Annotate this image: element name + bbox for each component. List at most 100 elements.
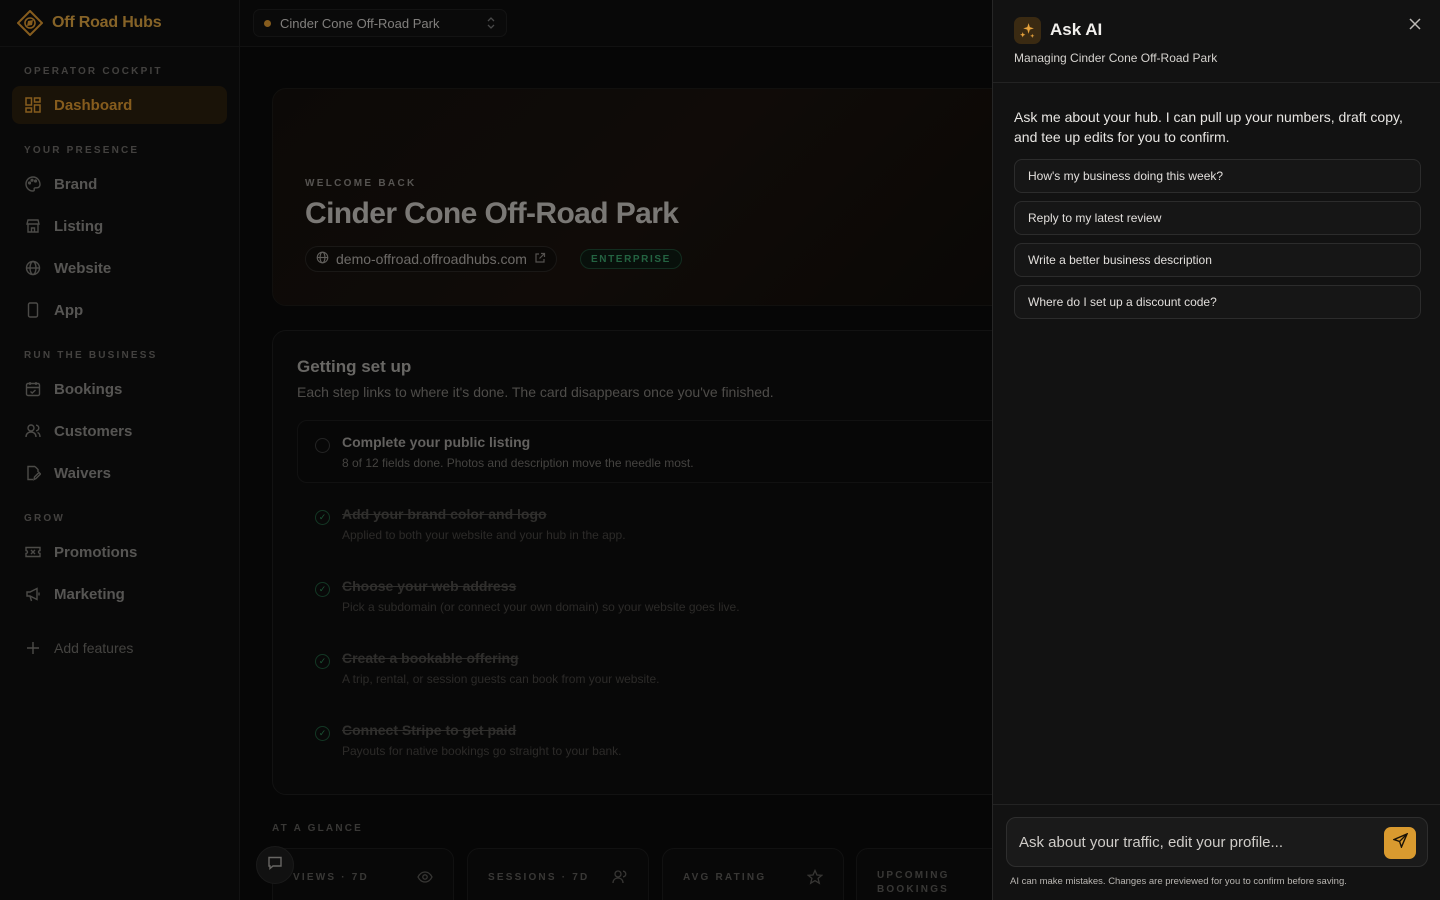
megaphone-icon: [24, 585, 42, 603]
stat-label: UPCOMING BOOKINGS: [877, 869, 950, 897]
sidebar-item-label: Customers: [54, 422, 133, 440]
suggestion-chip[interactable]: Where do I set up a discount code?: [1014, 285, 1421, 319]
step-incomplete-icon: [315, 438, 330, 453]
page-title: Cinder Cone Off-Road Park: [305, 197, 679, 230]
stat-card-views[interactable]: VIEWS · 7D: [272, 848, 454, 900]
sidebar-item-customers[interactable]: Customers: [12, 412, 227, 450]
topbar: Cinder Cone Off-Road Park: [240, 0, 992, 47]
step-description: 8 of 12 fields done. Photos and descript…: [342, 456, 694, 470]
grid-icon: [24, 96, 42, 114]
domain-text: demo-offroad.offroadhubs.com: [336, 251, 527, 267]
step-title: Create a bookable offering: [342, 650, 519, 666]
sidebar-item-label: Waivers: [54, 464, 111, 482]
step-description: Pick a subdomain (or connect your own do…: [342, 600, 740, 614]
getting-set-up-card: Getting set up Each step links to where …: [272, 330, 992, 795]
stat-label: VIEWS · 7D: [293, 872, 369, 883]
setup-title: Getting set up: [297, 357, 412, 376]
setup-step[interactable]: ✓ Connect Stripe to get paid Payouts for…: [297, 722, 992, 772]
ai-panel-header: Ask AI Managing Cinder Cone Off-Road Par…: [993, 0, 1440, 83]
ai-disclaimer: AI can make mistakes. Changes are previe…: [1010, 876, 1347, 887]
compass-logo-icon: [16, 9, 44, 37]
stat-card-upcoming-bookings[interactable]: UPCOMING BOOKINGS: [856, 848, 992, 900]
ai-intro-message: Ask me about your hub. I can pull up you…: [1014, 109, 1403, 145]
sidebar-item-brand[interactable]: Brand: [12, 165, 227, 203]
step-title: Connect Stripe to get paid: [342, 722, 517, 738]
setup-step[interactable]: Complete your public listing 8 of 12 fie…: [297, 434, 992, 484]
brand-name: Off Road Hubs: [52, 14, 162, 31]
globe-icon: [24, 259, 42, 277]
suggestion-chip[interactable]: How's my business doing this week?: [1014, 159, 1421, 193]
sparkles-icon: [1014, 17, 1041, 44]
chat-bubble-icon: [267, 855, 283, 876]
suggestion-chip[interactable]: Reply to my latest review: [1014, 201, 1421, 235]
eye-icon: [417, 869, 433, 890]
calendar-icon: [24, 380, 42, 398]
phone-icon: [24, 301, 42, 319]
send-button[interactable]: [1384, 827, 1416, 859]
users-icon: [612, 869, 628, 890]
sidebar-item-app[interactable]: App: [12, 291, 227, 329]
park-selector[interactable]: Cinder Cone Off-Road Park: [253, 9, 507, 37]
step-description: Applied to both your website and your hu…: [342, 528, 626, 542]
setup-subtitle: Each step links to where it's done. The …: [297, 384, 774, 400]
palette-icon: [24, 175, 42, 193]
sidebar-item-dashboard[interactable]: Dashboard: [12, 86, 227, 124]
sidebar-item-waivers[interactable]: Waivers: [12, 454, 227, 492]
section-operator-cockpit: OPERATOR COCKPIT: [24, 66, 163, 77]
stat-label-line: UPCOMING: [877, 870, 950, 881]
check-circle-icon: ✓: [315, 510, 330, 525]
stat-label: SESSIONS · 7D: [488, 872, 590, 883]
sidebar: Off Road Hubs OPERATOR COCKPIT Dashboard…: [0, 0, 240, 900]
step-title: Complete your public listing: [342, 434, 531, 450]
sidebar-item-marketing[interactable]: Marketing: [12, 575, 227, 613]
ticket-icon: [24, 543, 42, 561]
sidebar-item-label: Dashboard: [54, 96, 133, 114]
sidebar-item-label: Marketing: [54, 585, 125, 603]
section-grow: GROW: [24, 513, 66, 524]
ai-composer: AI can make mistakes. Changes are previe…: [993, 804, 1440, 900]
check-circle-icon: ✓: [315, 654, 330, 669]
sidebar-item-promotions[interactable]: Promotions: [12, 533, 227, 571]
stat-label-line: BOOKINGS: [877, 884, 950, 895]
setup-step[interactable]: ✓ Create a bookable offering A trip, ren…: [297, 650, 992, 700]
stat-card-sessions[interactable]: SESSIONS · 7D: [467, 848, 649, 900]
setup-step[interactable]: ✓ Add your brand color and logo Applied …: [297, 506, 992, 556]
send-icon: [1391, 832, 1408, 853]
check-circle-icon: ✓: [315, 726, 330, 741]
setup-step[interactable]: ✓ Choose your web address Pick a subdoma…: [297, 578, 992, 628]
sidebar-item-label: Bookings: [54, 380, 123, 398]
stat-label: AVG RATING: [683, 872, 767, 883]
domain-link[interactable]: demo-offroad.offroadhubs.com: [305, 246, 557, 272]
chat-launcher-button[interactable]: [256, 846, 294, 884]
stat-card-avg-rating[interactable]: AVG RATING: [662, 848, 844, 900]
welcome-hero: WELCOME BACK Cinder Cone Off-Road Park d…: [272, 88, 992, 306]
sidebar-item-listing[interactable]: Listing: [12, 207, 227, 245]
sidebar-item-label: Listing: [54, 217, 104, 235]
sidebar-item-label: Promotions: [54, 543, 138, 561]
main-content: WELCOME BACK Cinder Cone Off-Road Park d…: [240, 48, 992, 900]
ai-message-input[interactable]: [1006, 817, 1428, 867]
logo[interactable]: Off Road Hubs: [0, 0, 239, 47]
star-icon: [806, 868, 824, 890]
close-icon[interactable]: [1407, 16, 1423, 32]
park-selector-label: Cinder Cone Off-Road Park: [280, 15, 440, 31]
document-edit-icon: [24, 464, 42, 482]
sidebar-item-label: Brand: [54, 175, 98, 193]
users-icon: [24, 422, 42, 440]
sidebar-item-bookings[interactable]: Bookings: [12, 370, 227, 408]
plan-badge: ENTERPRISE: [580, 249, 682, 269]
plus-icon: [24, 639, 42, 657]
step-title: Add your brand color and logo: [342, 506, 547, 522]
ai-panel-subtitle: Managing Cinder Cone Off-Road Park: [1014, 51, 1218, 65]
ai-panel-title: Ask AI: [1050, 20, 1103, 39]
section-your-presence: YOUR PRESENCE: [24, 145, 140, 156]
sidebar-item-website[interactable]: Website: [12, 249, 227, 287]
add-features-label: Add features: [54, 640, 134, 656]
globe-icon: [316, 251, 329, 267]
at-a-glance-label: AT A GLANCE: [272, 823, 364, 834]
suggestion-chip[interactable]: Write a better business description: [1014, 243, 1421, 277]
section-run-the-business: RUN THE BUSINESS: [24, 350, 158, 361]
chevron-up-down-icon: [486, 16, 496, 33]
step-description: A trip, rental, or session guests can bo…: [342, 672, 660, 686]
add-features-button[interactable]: Add features: [12, 629, 227, 667]
